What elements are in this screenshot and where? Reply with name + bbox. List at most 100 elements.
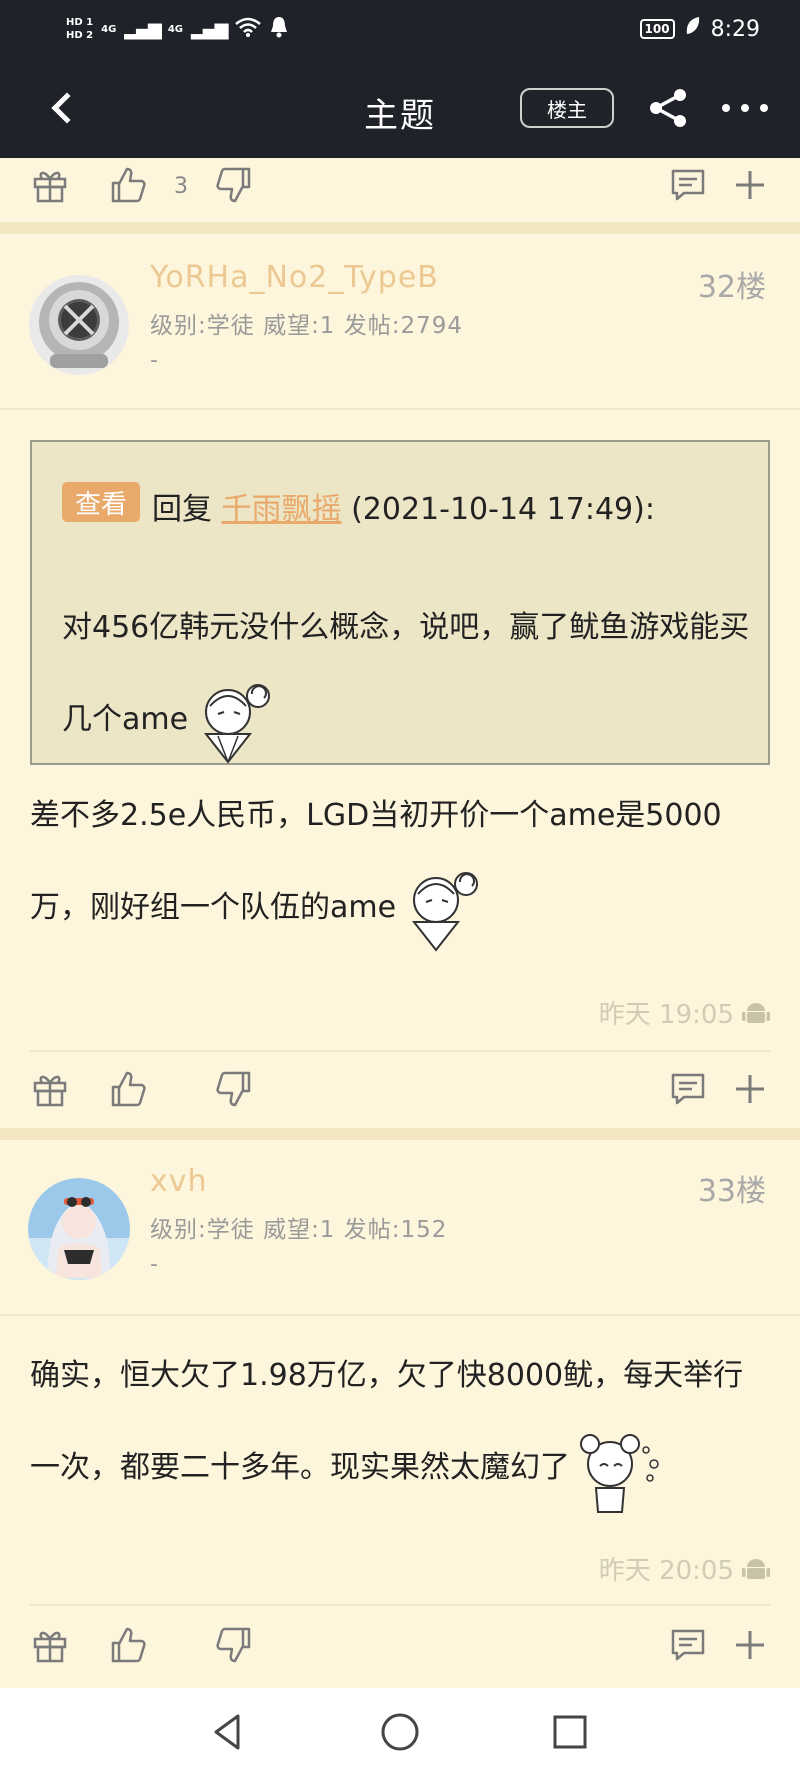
action-bar (0, 1054, 800, 1124)
quote-header: 回复 千雨飘摇 (2021-10-14 17:49): (152, 484, 655, 528)
post-divider (0, 1128, 800, 1140)
gift-button[interactable] (30, 1069, 70, 1109)
thumbs-down-icon (216, 167, 251, 203)
post-header: YoRHa_No2_TypeB 级别:学徒 威望:1 发帖:2794 - 32楼 (0, 234, 800, 399)
actions-separator (30, 1604, 770, 1606)
post-body: 确实，恒大欠了1.98万亿，欠了快8000鱿，每天举行一次，都要二十多年。现实果… (30, 1330, 770, 1514)
nav-home-button[interactable] (378, 1710, 422, 1754)
gift-icon (33, 1631, 67, 1663)
android-icon (742, 1558, 770, 1579)
only-owner-button[interactable]: 楼主 (520, 88, 614, 128)
user-post-count: 发帖:152 (343, 1217, 448, 1243)
gift-icon (33, 171, 67, 203)
plus-button[interactable] (730, 1625, 770, 1665)
post-time: 昨天 19:05 (598, 1000, 734, 1030)
plus-icon (736, 171, 764, 199)
notification-bell-icon (269, 16, 289, 42)
header-separator (0, 408, 800, 410)
android-icon (742, 1002, 770, 1023)
quote-author-link[interactable]: 千雨飘摇 (222, 492, 342, 527)
dislike-button[interactable] (214, 1625, 254, 1665)
post-timestamp: 昨天 19:05 (599, 994, 770, 1031)
network2-label: 4G (167, 23, 183, 35)
diving-helmet-avatar-icon (29, 275, 129, 375)
more-button[interactable] (722, 86, 768, 130)
sticker-girl-fan-icon (412, 872, 479, 952)
plus-button[interactable] (730, 1069, 770, 1109)
clock-time: 8:29 (710, 16, 760, 42)
quote-text-content: 对456亿韩元没什么概念，说吧，赢了鱿鱼游戏能买几个ame (62, 610, 750, 737)
network1-label: 4G (101, 23, 117, 35)
battery-icon: 100 (639, 19, 675, 39)
circle-home-icon (381, 1713, 419, 1751)
view-quote-button[interactable]: 查看 (62, 482, 140, 522)
action-bar (0, 1610, 800, 1680)
status-bar: HD 1 HD 2 4G ▂▄▆ 4G ▂▄▆ 100 8:29 (0, 0, 800, 58)
like-button[interactable] (108, 1625, 148, 1665)
thumbs-down-icon (216, 1627, 251, 1663)
plus-icon (736, 1631, 764, 1659)
wifi-icon (234, 17, 261, 42)
user-signature: - (150, 1252, 158, 1277)
gift-button[interactable] (30, 165, 70, 205)
quote-block: 查看 回复 千雨飘摇 (2021-10-14 17:49): 对456亿韩元没什… (30, 440, 770, 765)
dislike-button[interactable] (214, 165, 254, 205)
status-right: 100 8:29 (639, 16, 760, 42)
user-prestige: 威望:1 (263, 1217, 336, 1243)
quote-text: 对456亿韩元没什么概念，说吧，赢了鱿鱼游戏能买几个ame (62, 582, 752, 766)
like-button[interactable] (108, 165, 148, 205)
actions-separator (30, 1050, 770, 1052)
post-header: xvh 级别:学徒 威望:1 发帖:152 - 33楼 (0, 1140, 800, 1305)
share-icon (650, 89, 686, 127)
leaf-icon (685, 16, 701, 42)
user-level: 级别:学徒 (150, 1217, 255, 1243)
user-level: 级别:学徒 (150, 313, 255, 339)
more-dot-icon (722, 104, 730, 112)
square-recents-icon (553, 1715, 587, 1749)
username[interactable]: xvh (150, 1164, 208, 1199)
app-bar: 主题 楼主 (0, 58, 800, 158)
comment-button[interactable] (668, 1625, 708, 1665)
triangle-back-icon (214, 1714, 240, 1750)
username[interactable]: YoRHa_No2_TypeB (150, 260, 439, 295)
thumbs-up-icon (111, 167, 146, 203)
more-dot-icon (741, 104, 749, 112)
like-button[interactable] (108, 1069, 148, 1109)
sticker-girl-sweat-icon (580, 1434, 659, 1513)
post-timestamp: 昨天 20:05 (599, 1550, 770, 1587)
share-button[interactable] (646, 86, 690, 130)
dislike-button[interactable] (214, 1069, 254, 1109)
user-info: 级别:学徒 威望:1 发帖:152 (150, 1210, 447, 1244)
nav-back-button[interactable] (206, 1710, 250, 1754)
thumbs-up-icon (111, 1627, 146, 1663)
more-dot-icon (760, 104, 768, 112)
comment-button[interactable] (668, 1069, 708, 1109)
sim-indicators: HD 1 HD 2 (66, 16, 93, 42)
comment-button[interactable] (668, 165, 708, 205)
sim1-label: HD 1 (66, 17, 94, 28)
plus-icon (736, 1075, 764, 1103)
post-time: 昨天 20:05 (598, 1556, 734, 1586)
floor-number: 33楼 (697, 1174, 766, 1209)
gift-button[interactable] (30, 1625, 70, 1665)
status-left: HD 1 HD 2 4G ▂▄▆ 4G ▂▄▆ (66, 16, 289, 42)
avatar[interactable] (28, 1178, 130, 1280)
sticker-girl-fan-icon (204, 684, 271, 764)
gift-icon (33, 1075, 67, 1107)
comment-icon (671, 169, 705, 201)
plus-button[interactable] (730, 165, 770, 205)
like-count: 3 (174, 174, 188, 199)
comment-icon (671, 1629, 705, 1661)
nav-recents-button[interactable] (548, 1710, 592, 1754)
signal1-icon: ▂▄▆ (124, 18, 162, 40)
avatar[interactable] (28, 274, 130, 376)
post-body-text: 差不多2.5e人民币，LGD当初开价一个ame是5000万，刚好组一个队伍的am… (30, 798, 722, 925)
sim2-label: HD 2 (66, 30, 94, 41)
user-prestige: 威望:1 (263, 313, 336, 339)
user-post-count: 发帖:2794 (343, 313, 464, 339)
reply-prefix: 回复 (152, 492, 212, 527)
post-body: 差不多2.5e人民币，LGD当初开价一个ame是5000万，刚好组一个队伍的am… (30, 770, 770, 954)
floor-number: 32楼 (697, 270, 766, 305)
action-bar: 3 (0, 150, 800, 220)
header-separator (0, 1314, 800, 1316)
